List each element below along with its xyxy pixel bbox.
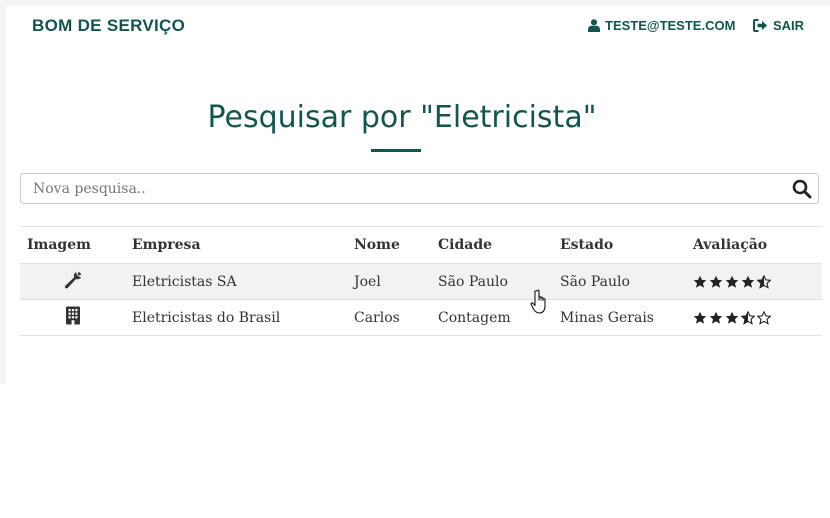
star-full-icon: [725, 275, 739, 288]
column-header-nome: Nome: [347, 226, 431, 264]
star-empty-icon: [757, 310, 771, 325]
table-row[interactable]: Eletricistas SA Joel São Paulo São Paulo: [20, 263, 822, 300]
table-cell-cidade: Contagem: [431, 299, 553, 336]
logout-label: SAIR: [773, 17, 805, 33]
table-cell-image: [20, 263, 125, 300]
user-email: TESTE@TESTE.COM: [605, 17, 736, 33]
table-row[interactable]: Eletricistas do Brasil Carlos Contagem M…: [20, 299, 822, 336]
rating-stars: [693, 274, 815, 289]
left-strip: [0, 384, 6, 518]
page-title: Pesquisar por "Eletricista": [207, 100, 597, 135]
column-header-estado: Estado: [553, 226, 686, 264]
table-cell-nome: Carlos: [347, 299, 431, 336]
star-half-icon: [757, 274, 771, 289]
star-full-icon: [693, 275, 707, 288]
star-full-icon: [741, 275, 755, 288]
user-icon: [588, 18, 600, 32]
table-cell-image: [20, 299, 125, 336]
logout-link[interactable]: SAIR: [753, 16, 804, 34]
column-header-imagem: Imagem: [20, 226, 125, 264]
star-full-icon: [725, 311, 739, 324]
search-icon: [792, 179, 812, 199]
brand-logo[interactable]: BOM DE SERVIÇO: [32, 16, 185, 36]
rating-stars: [693, 310, 815, 325]
search-input[interactable]: [21, 174, 781, 203]
column-header-avaliacao: Avaliação: [686, 226, 822, 264]
table-cell-nome: Joel: [347, 263, 431, 300]
page-frame: BOM DE SERVIÇO TESTE@TESTE.COM SAIR Pesq…: [6, 6, 830, 518]
star-full-icon: [709, 311, 723, 324]
column-header-cidade: Cidade: [431, 226, 553, 264]
star-full-icon: [709, 275, 723, 288]
search-button[interactable]: [792, 179, 812, 199]
wrench-icon: [64, 271, 81, 288]
column-header-empresa: Empresa: [125, 226, 347, 264]
table-cell-avaliacao: [686, 263, 822, 300]
table-cell-cidade: São Paulo: [431, 263, 553, 300]
building-icon: [65, 306, 80, 325]
table-cell-empresa: Eletricistas SA: [125, 263, 347, 300]
user-account-link[interactable]: TESTE@TESTE.COM: [588, 16, 735, 34]
table-header-row: Imagem Empresa Nome Cidade Estado Avalia…: [20, 226, 822, 264]
title-divider: [371, 149, 421, 152]
results-table: Imagem Empresa Nome Cidade Estado Avalia…: [20, 226, 822, 336]
table-cell-avaliacao: [686, 299, 822, 336]
star-half-icon: [741, 310, 755, 325]
table-cell-estado: Minas Gerais: [553, 299, 686, 336]
search-box: [20, 173, 819, 204]
table-cell-empresa: Eletricistas do Brasil: [125, 299, 347, 336]
star-full-icon: [693, 311, 707, 324]
table-cell-estado: São Paulo: [553, 263, 686, 300]
sign-out-icon: [753, 18, 768, 32]
